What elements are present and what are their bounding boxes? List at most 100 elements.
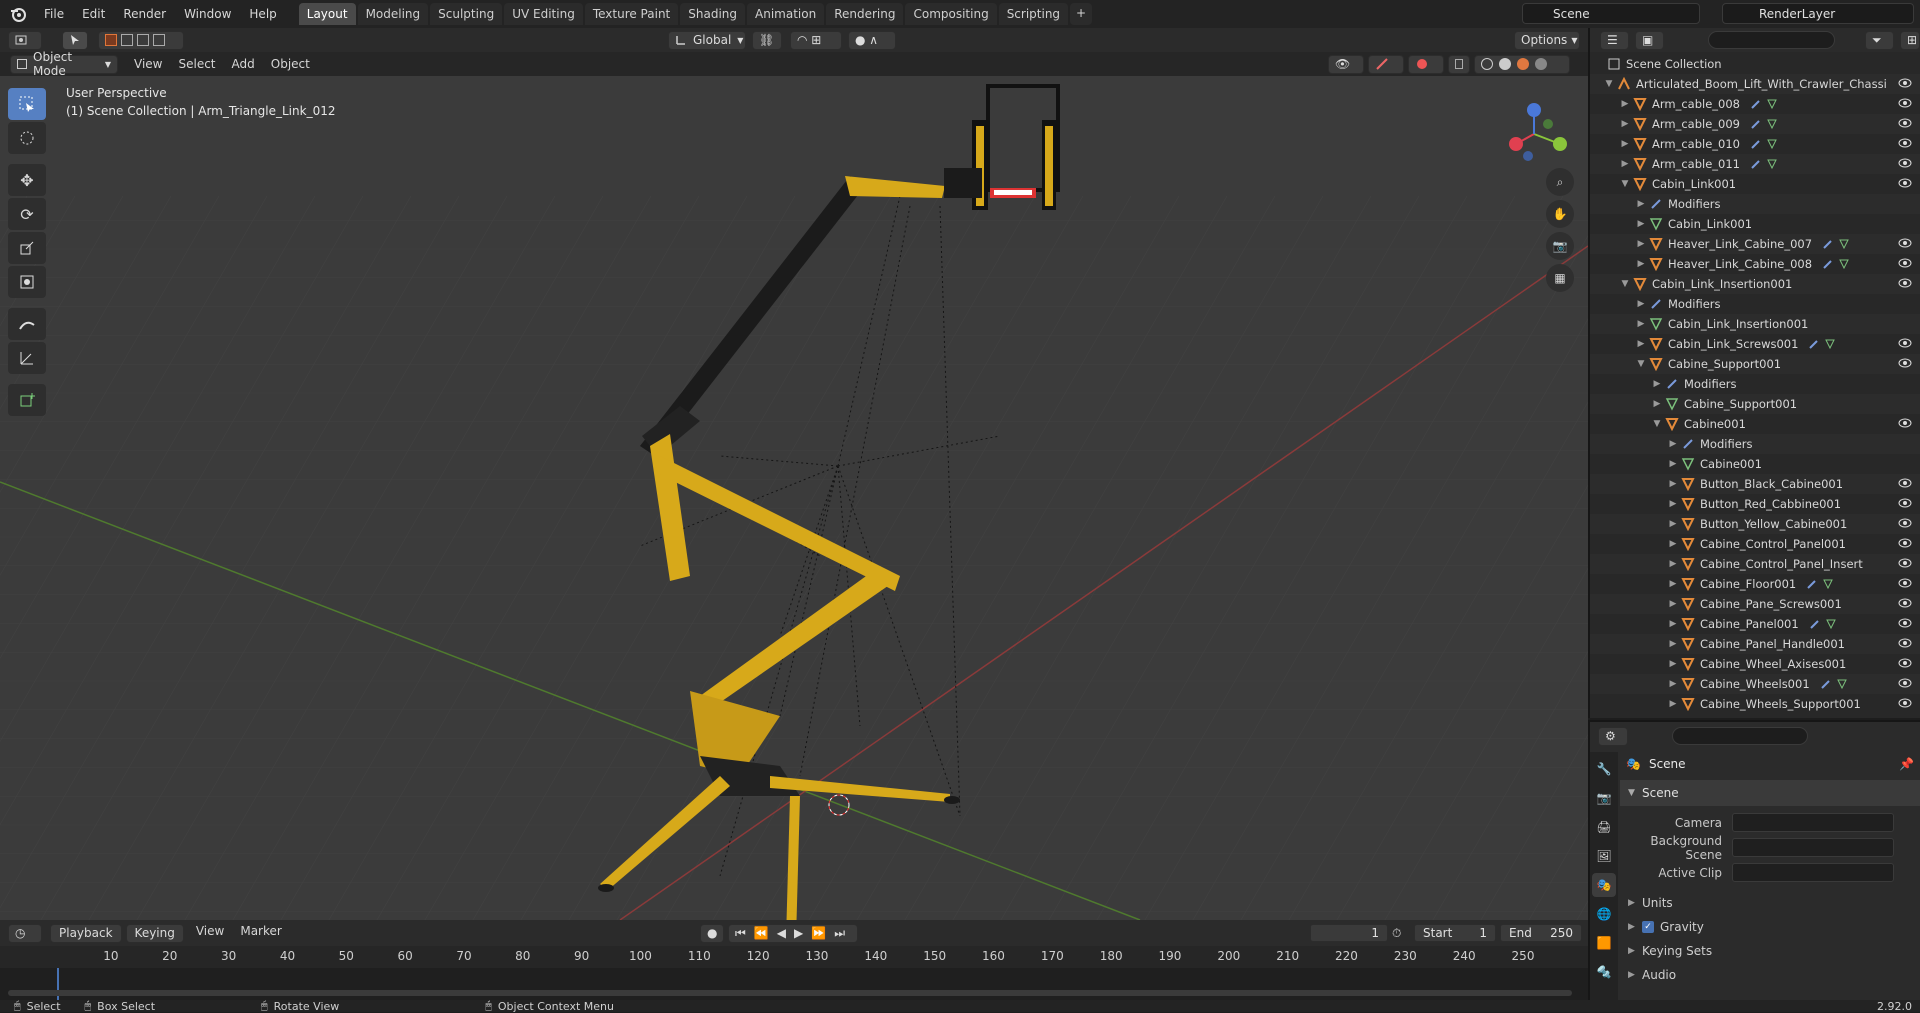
tab-sculpting[interactable]: Sculpting [430, 3, 503, 25]
extend-selection-icon[interactable] [121, 34, 133, 46]
expand-arrow-right-icon[interactable]: ▶ [1668, 679, 1678, 689]
properties-search-input[interactable] [1672, 727, 1808, 745]
expand-arrow-right-icon[interactable]: ▶ [1652, 399, 1662, 409]
expand-arrow-right-icon[interactable]: ▶ [1652, 379, 1662, 389]
modifiers-tab[interactable]: 🔩 [1592, 960, 1616, 984]
expand-arrow-right-icon[interactable]: ▶ [1668, 639, 1678, 649]
expand-arrow-right-icon[interactable]: ▶ [1668, 459, 1678, 469]
menu-edit[interactable]: Edit [74, 4, 113, 24]
outliner-row[interactable]: ▼ Articulated_Boom_Lift_With_Crawler_Chas… [1590, 74, 1920, 94]
tab-scripting[interactable]: Scripting [998, 3, 1069, 25]
viewport-menu-add[interactable]: Add [224, 57, 263, 71]
shading-mode-buttons[interactable] [1474, 54, 1570, 74]
outliner-row[interactable]: ▶ Arm_cable_011 [1590, 154, 1920, 174]
visibility-eye-icon[interactable] [1898, 237, 1912, 252]
play-icon[interactable]: ▶ [794, 926, 803, 940]
tab-modeling[interactable]: Modeling [357, 3, 429, 25]
expand-arrow-right-icon[interactable]: ▶ [1668, 579, 1678, 589]
output-tab[interactable]: 🖨 [1592, 815, 1616, 839]
visibility-eye-icon[interactable] [1898, 497, 1912, 512]
tab-animation[interactable]: Animation [747, 3, 825, 25]
pin-icon[interactable]: 📌 [1899, 757, 1914, 771]
outliner-row[interactable]: ▶ Button_Yellow_Cabine001 [1590, 514, 1920, 534]
material-shading-icon[interactable] [1517, 58, 1529, 70]
current-frame-field[interactable]: 1 [1310, 924, 1388, 942]
annotate-tool[interactable] [8, 308, 46, 340]
frame-ruler[interactable]: 1 10203040506070809010011012013014015016… [0, 946, 1588, 990]
properties-editor-type[interactable]: ⚙ [1598, 726, 1628, 746]
measure-tool[interactable] [8, 342, 46, 374]
visibility-eye-icon[interactable] [1898, 157, 1912, 172]
menu-render[interactable]: Render [115, 4, 174, 24]
add-cube-tool[interactable] [8, 384, 46, 416]
subpanel-units[interactable]: ▶ Units [1620, 891, 1920, 915]
invert-selection-icon[interactable] [153, 34, 165, 46]
3d-viewport[interactable]: User Perspective (1) Scene Collection | … [0, 76, 1588, 920]
visibility-eye-icon[interactable] [1898, 557, 1912, 572]
options-dropdown[interactable]: Options ▼ [1514, 30, 1580, 50]
property-field[interactable] [1732, 838, 1894, 857]
outliner-row[interactable]: ▶ Modifiers [1590, 434, 1920, 454]
expand-arrow-right-icon[interactable]: ▶ [1668, 519, 1678, 529]
outliner-row[interactable]: ▶ Cabine001 [1590, 454, 1920, 474]
expand-arrow-down-icon[interactable]: ▼ [1636, 359, 1646, 369]
tab-layout[interactable]: Layout [298, 3, 356, 25]
expand-arrow-down-icon[interactable]: ▼ [1620, 279, 1630, 289]
display-mode-dropdown[interactable]: ▣ [1634, 30, 1664, 50]
visibility-eye-icon[interactable] [1898, 357, 1912, 372]
render-layer-selector[interactable]: RenderLayer [1722, 3, 1914, 24]
expand-arrow-right-icon[interactable]: ▶ [1668, 559, 1678, 569]
visibility-eye-icon[interactable] [1898, 617, 1912, 632]
expand-arrow-right-icon[interactable]: ▶ [1636, 219, 1646, 229]
visibility-eye-icon[interactable] [1898, 257, 1912, 272]
expand-arrow-down-icon[interactable]: ▼ [1620, 179, 1630, 189]
outliner-search-input[interactable] [1707, 31, 1836, 49]
expand-arrow-right-icon[interactable]: ▶ [1636, 239, 1646, 249]
stopwatch-icon[interactable]: ⏱ [1392, 926, 1401, 941]
prev-keyframe-icon[interactable]: ⏪ [754, 926, 769, 940]
property-field[interactable] [1732, 863, 1894, 882]
visibility-eye-icon[interactable] [1898, 697, 1912, 712]
transform-tool[interactable] [8, 266, 46, 298]
gizmo-toggle[interactable] [1368, 54, 1404, 74]
tab-rendering[interactable]: Rendering [826, 3, 904, 25]
outliner-row[interactable]: ▶ Heaver_Link_Cabine_008 [1590, 254, 1920, 274]
expand-arrow-right-icon[interactable]: ▶ [1620, 139, 1630, 149]
scene-collection-row[interactable]: Scene Collection [1590, 54, 1920, 74]
select-tool-button[interactable] [62, 30, 88, 50]
subpanel-keying-sets[interactable]: ▶ Keying Sets [1620, 939, 1920, 963]
scene-tab[interactable]: 🎭 [1592, 873, 1616, 897]
visibility-eye-icon[interactable] [1898, 537, 1912, 552]
expand-arrow-right-icon[interactable]: ▶ [1636, 299, 1646, 309]
expand-arrow-right-icon[interactable]: ▶ [1668, 659, 1678, 669]
outliner-row[interactable]: ▶ Cabine_Wheel_Axises001 [1590, 654, 1920, 674]
add-workspace-button[interactable]: + [1070, 3, 1093, 25]
tab-texture-paint[interactable]: Texture Paint [584, 3, 679, 25]
outliner-row[interactable]: ▶ Cabine_Control_Panel001 [1590, 534, 1920, 554]
outliner-row[interactable]: ▶ Cabine_Panel001 [1590, 614, 1920, 634]
outliner-row[interactable]: ▶ Cabine_Support001 [1590, 394, 1920, 414]
pivot-point-dropdown[interactable]: ⛓ [752, 30, 782, 50]
transport-buttons[interactable]: ⏮ ⏪ ◀ ▶ ⏩ ⏭ [728, 923, 858, 943]
tab-compositing[interactable]: Compositing [905, 3, 997, 25]
outliner-row[interactable]: ▶ Cabine_Panel_Handle001 [1590, 634, 1920, 654]
outliner-row[interactable]: ▶ Cabine_Wheels_Support001 [1590, 694, 1920, 714]
snapping-toggle[interactable]: ◠ ⊞ [790, 30, 842, 50]
scene-panel-header[interactable]: ▼ Scene [1620, 780, 1920, 806]
menu-file[interactable]: File [36, 4, 72, 24]
jump-start-icon[interactable]: ⏮ [735, 926, 746, 941]
expand-arrow-right-icon[interactable]: ▶ [1668, 439, 1678, 449]
visibility-eye-icon[interactable] [1898, 177, 1912, 192]
outliner-row[interactable]: ▶ Button_Red_Cabbine001 [1590, 494, 1920, 514]
solid-shading-icon[interactable] [1499, 58, 1511, 70]
expand-arrow-right-icon[interactable]: ▶ [1636, 199, 1646, 209]
visibility-eye-icon[interactable] [1898, 517, 1912, 532]
visibility-eye-icon[interactable] [1898, 417, 1912, 432]
expand-arrow-right-icon[interactable]: ▶ [1636, 319, 1646, 329]
outliner-row[interactable]: ▶ Modifiers [1590, 374, 1920, 394]
timeline-menu-keying[interactable]: Keying [125, 923, 184, 943]
select-box-tool[interactable] [8, 88, 46, 120]
outliner-row[interactable]: ▶ Arm_cable_008 [1590, 94, 1920, 114]
outliner-row[interactable]: ▶ Cabine_Pane_Screws001 [1590, 594, 1920, 614]
new-collection-button[interactable]: ⊞ [1899, 30, 1920, 50]
